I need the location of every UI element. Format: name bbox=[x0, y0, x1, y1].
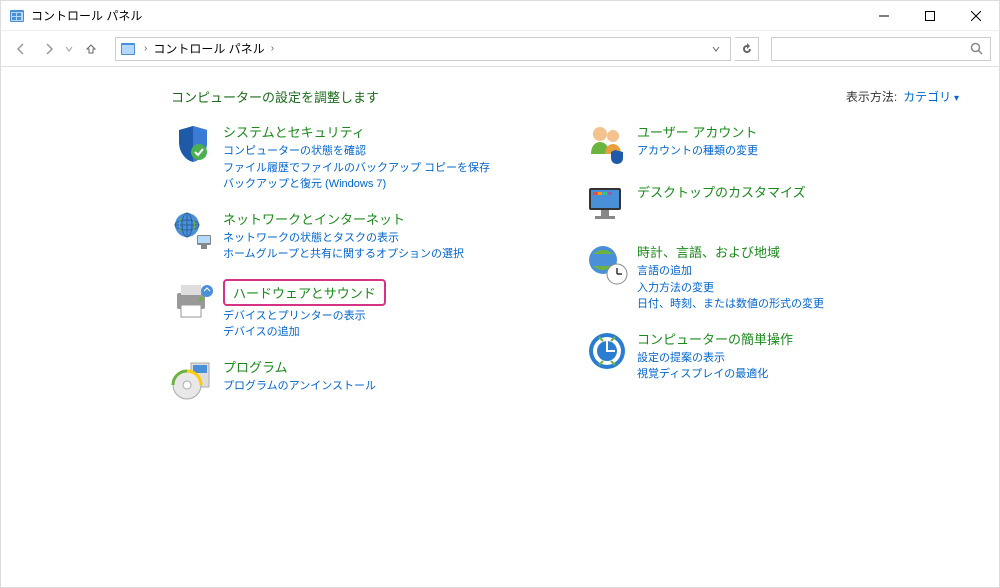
minimize-button[interactable] bbox=[861, 1, 907, 31]
category-user-accounts: ユーザー アカウント アカウントの種類の変更 bbox=[585, 122, 959, 166]
nav-history-dropdown[interactable] bbox=[65, 45, 75, 53]
view-label: 表示方法: bbox=[846, 88, 897, 105]
view-dropdown[interactable]: カテゴリ bbox=[903, 88, 959, 105]
maximize-button[interactable] bbox=[907, 1, 953, 31]
category-title[interactable]: ネットワークとインターネット bbox=[223, 209, 545, 228]
globe-clock-icon bbox=[585, 242, 629, 286]
titlebar: コントロール パネル bbox=[1, 1, 999, 31]
users-icon bbox=[585, 122, 629, 166]
category-grid: システムとセキュリティ コンピューターの状態を確認 ファイル履歴でファイルのバッ… bbox=[171, 122, 959, 417]
chevron-icon[interactable]: › bbox=[267, 43, 278, 54]
category-network: ネットワークとインターネット ネットワークの状態とタスクの表示 ホームグループと… bbox=[171, 209, 545, 263]
category-link[interactable]: アカウントの種類の変更 bbox=[637, 143, 959, 160]
category-link[interactable]: デバイスの追加 bbox=[223, 324, 545, 341]
printer-icon bbox=[171, 279, 215, 323]
app-icon bbox=[9, 8, 25, 24]
monitor-icon bbox=[585, 182, 629, 226]
category-link[interactable]: デバイスとプリンターの表示 bbox=[223, 308, 545, 325]
refresh-button[interactable] bbox=[735, 37, 759, 61]
chevron-icon[interactable]: › bbox=[140, 43, 151, 54]
category-title[interactable]: 時計、言語、および地域 bbox=[637, 242, 959, 261]
back-button[interactable] bbox=[9, 37, 33, 61]
category-link[interactable]: 日付、時刻、または数値の形式の変更 bbox=[637, 296, 959, 313]
forward-button[interactable] bbox=[37, 37, 61, 61]
ease-of-access-icon bbox=[585, 329, 629, 373]
close-button[interactable] bbox=[953, 1, 999, 31]
category-title[interactable]: デスクトップのカスタマイズ bbox=[637, 182, 959, 201]
navbar: › コントロール パネル › bbox=[1, 31, 999, 67]
search-input[interactable] bbox=[771, 37, 991, 61]
up-button[interactable] bbox=[79, 37, 103, 61]
search-icon bbox=[970, 42, 984, 56]
globe-network-icon bbox=[171, 209, 215, 253]
content-header: コンピューターの設定を調整します 表示方法: カテゴリ bbox=[171, 87, 959, 106]
category-desktop: デスクトップのカスタマイズ bbox=[585, 182, 959, 226]
category-link[interactable]: 言語の追加 bbox=[637, 263, 959, 280]
category-column-right: ユーザー アカウント アカウントの種類の変更 デスクトップのカスタマイズ bbox=[585, 122, 959, 417]
breadcrumb-root[interactable]: コントロール パネル bbox=[151, 40, 266, 57]
category-link[interactable]: 入力方法の変更 bbox=[637, 280, 959, 297]
address-bar[interactable]: › コントロール パネル › bbox=[115, 37, 731, 61]
page-title: コンピューターの設定を調整します bbox=[171, 87, 846, 106]
category-link[interactable]: 視覚ディスプレイの最適化 bbox=[637, 366, 959, 383]
category-link[interactable]: コンピューターの状態を確認 bbox=[223, 143, 545, 160]
category-hardware-sound: ハードウェアとサウンド デバイスとプリンターの表示 デバイスの追加 bbox=[171, 279, 545, 341]
window-title: コントロール パネル bbox=[31, 7, 861, 24]
category-link[interactable]: バックアップと復元 (Windows 7) bbox=[223, 176, 545, 193]
shield-icon bbox=[171, 122, 215, 166]
category-title[interactable]: コンピューターの簡単操作 bbox=[637, 329, 959, 348]
category-title[interactable]: ユーザー アカウント bbox=[637, 122, 959, 141]
category-link[interactable]: ホームグループと共有に関するオプションの選択 bbox=[223, 246, 545, 263]
category-ease-of-access: コンピューターの簡単操作 設定の提案の表示 視覚ディスプレイの最適化 bbox=[585, 329, 959, 383]
category-link[interactable]: 設定の提案の表示 bbox=[637, 350, 959, 367]
category-link[interactable]: ファイル履歴でファイルのバックアップ コピーを保存 bbox=[223, 160, 545, 177]
disc-box-icon bbox=[171, 357, 215, 401]
category-programs: プログラム プログラムのアンインストール bbox=[171, 357, 545, 401]
category-system-security: システムとセキュリティ コンピューターの状態を確認 ファイル履歴でファイルのバッ… bbox=[171, 122, 545, 193]
category-title-highlighted[interactable]: ハードウェアとサウンド bbox=[223, 279, 386, 306]
address-dropdown[interactable] bbox=[712, 45, 726, 53]
category-title[interactable]: システムとセキュリティ bbox=[223, 122, 545, 141]
category-link[interactable]: ネットワークの状態とタスクの表示 bbox=[223, 230, 545, 247]
category-link[interactable]: プログラムのアンインストール bbox=[223, 378, 545, 395]
category-column-left: システムとセキュリティ コンピューターの状態を確認 ファイル履歴でファイルのバッ… bbox=[171, 122, 545, 417]
content-area: コンピューターの設定を調整します 表示方法: カテゴリ システムとセキュリティ … bbox=[1, 67, 999, 437]
category-title[interactable]: プログラム bbox=[223, 357, 545, 376]
control-panel-icon bbox=[120, 41, 136, 57]
window-controls bbox=[861, 1, 999, 30]
category-clock-language: 時計、言語、および地域 言語の追加 入力方法の変更 日付、時刻、または数値の形式… bbox=[585, 242, 959, 313]
